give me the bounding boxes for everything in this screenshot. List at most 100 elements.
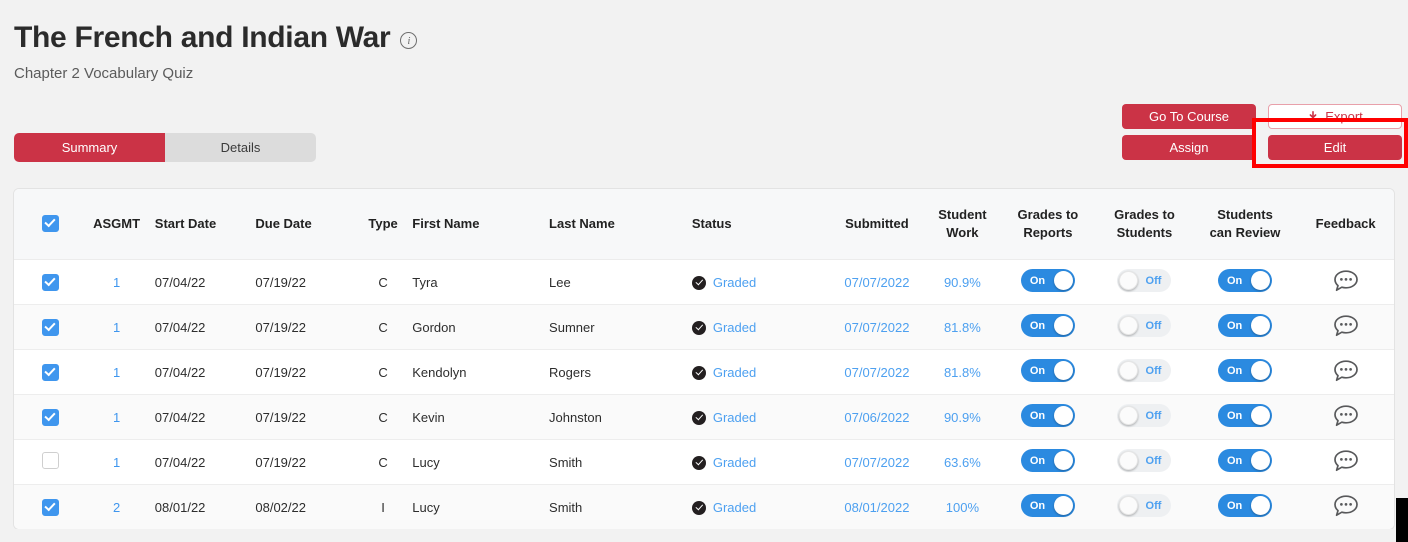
status-badge: Graded — [691, 365, 756, 380]
student-work-link[interactable]: 90.9% — [944, 410, 981, 425]
submitted-link[interactable]: 07/07/2022 — [844, 455, 909, 470]
comment-bubble-icon[interactable] — [1333, 494, 1359, 518]
grades-to-students-toggle[interactable]: Off — [1117, 494, 1172, 517]
students-can-review-toggle[interactable]: On — [1218, 359, 1272, 382]
students-can-review-toggle[interactable]: On — [1218, 449, 1272, 472]
comment-bubble-icon[interactable] — [1333, 449, 1359, 473]
student-work-link[interactable]: 81.8% — [944, 320, 981, 335]
cell-asgmt: 1 — [78, 394, 155, 440]
header-first-name[interactable]: First Name — [412, 189, 550, 260]
table-row[interactable]: 1 07/04/22 07/19/22 C Gordon Sumner Graded 07/0… — [14, 304, 1394, 350]
status-label[interactable]: Graded — [713, 500, 756, 515]
grades-to-reports-toggle[interactable]: On — [1020, 269, 1075, 292]
row-checkbox[interactable] — [41, 408, 59, 426]
row-checkbox[interactable] — [41, 363, 59, 381]
student-work-link[interactable]: 90.9% — [944, 275, 981, 290]
tab-summary[interactable]: Summary — [14, 133, 165, 162]
header-status[interactable]: Status — [691, 189, 829, 260]
cell-due-date: 07/19/22 — [255, 259, 354, 305]
header-due-date[interactable]: Due Date — [255, 189, 354, 260]
student-work-link[interactable]: 100% — [946, 500, 979, 515]
header-start-date[interactable]: Start Date — [154, 189, 256, 260]
grades-to-students-toggle-label: Off — [1145, 319, 1162, 332]
row-checkbox[interactable] — [41, 273, 59, 291]
header-asgmt[interactable]: ASGMT — [78, 189, 155, 260]
row-checkbox[interactable] — [41, 498, 59, 516]
asgmt-link[interactable]: 1 — [113, 410, 120, 425]
header-student-work[interactable]: Student Work — [925, 189, 1000, 260]
comment-bubble-icon[interactable] — [1333, 404, 1359, 428]
header-grades-to-reports[interactable]: Grades to Reports — [999, 189, 1097, 260]
students-can-review-toggle[interactable]: On — [1218, 269, 1272, 292]
cell-first-name: Lucy — [412, 484, 550, 529]
students-can-review-toggle[interactable]: On — [1218, 494, 1272, 517]
header-feedback[interactable]: Feedback — [1297, 189, 1394, 260]
grades-to-students-toggle[interactable]: Off — [1117, 314, 1172, 337]
grades-to-students-toggle[interactable]: Off — [1117, 269, 1172, 292]
status-badge: Graded — [691, 320, 756, 335]
header-students-can-review[interactable]: Students can Review — [1192, 189, 1298, 260]
table-row[interactable]: 2 08/01/22 08/02/22 I Lucy Smith Graded 08/01/2… — [14, 484, 1394, 529]
assign-button[interactable]: Assign — [1122, 135, 1256, 160]
submitted-link[interactable]: 07/07/2022 — [844, 320, 909, 335]
row-select-cell — [14, 304, 79, 350]
status-label[interactable]: Graded — [713, 320, 756, 335]
select-all-checkbox[interactable] — [41, 214, 59, 232]
submitted-link[interactable]: 07/07/2022 — [844, 275, 909, 290]
assignments-table-card: ASGMT Start Date Due Date Type First Nam… — [13, 188, 1395, 530]
asgmt-link[interactable]: 1 — [113, 320, 120, 335]
assignments-table: ASGMT Start Date Due Date Type First Nam… — [14, 189, 1394, 529]
submitted-link[interactable]: 07/07/2022 — [844, 365, 909, 380]
row-checkbox[interactable] — [41, 318, 59, 336]
grades-to-reports-toggle[interactable]: On — [1020, 314, 1075, 337]
asgmt-link[interactable]: 2 — [113, 500, 120, 515]
students-can-review-toggle[interactable]: On — [1218, 404, 1272, 427]
row-select-cell — [14, 439, 79, 485]
info-circle-icon[interactable]: i — [400, 32, 418, 50]
check-circle-icon — [691, 455, 706, 470]
comment-bubble-icon[interactable] — [1333, 269, 1359, 293]
export-button[interactable]: Export — [1268, 104, 1402, 129]
submitted-link[interactable]: 08/01/2022 — [844, 500, 909, 515]
grades-to-students-toggle[interactable]: Off — [1117, 359, 1172, 382]
row-checkbox[interactable] — [41, 452, 59, 469]
cell-students-can-review: On — [1192, 439, 1298, 485]
grades-to-students-toggle[interactable]: Off — [1117, 449, 1172, 472]
table-row[interactable]: 1 07/04/22 07/19/22 C Lucy Smith Graded 07/07/2… — [14, 439, 1394, 485]
cell-student-work: 90.9% — [925, 259, 1000, 305]
edit-button[interactable]: Edit — [1268, 135, 1402, 160]
student-work-link[interactable]: 63.6% — [944, 455, 981, 470]
grades-to-reports-toggle[interactable]: On — [1020, 449, 1075, 472]
grades-to-reports-toggle[interactable]: On — [1020, 494, 1075, 517]
go-to-course-button[interactable]: Go To Course — [1122, 104, 1256, 129]
page-title: The French and Indian War — [14, 21, 391, 54]
comment-bubble-icon[interactable] — [1333, 314, 1359, 338]
table-row[interactable]: 1 07/04/22 07/19/22 C Kevin Johnston Graded 07/… — [14, 394, 1394, 440]
cell-grades-to-students: Off — [1096, 484, 1193, 529]
asgmt-link[interactable]: 1 — [113, 455, 120, 470]
header-last-name[interactable]: Last Name — [549, 189, 692, 260]
students-can-review-toggle-label: On — [1227, 454, 1243, 467]
table-row[interactable]: 1 07/04/22 07/19/22 C Tyra Lee Graded 07/07/202… — [14, 259, 1394, 305]
grades-to-students-toggle[interactable]: Off — [1117, 404, 1172, 427]
tab-details[interactable]: Details — [165, 133, 316, 162]
grades-to-reports-toggle[interactable]: On — [1020, 404, 1075, 427]
status-label[interactable]: Graded — [713, 275, 756, 290]
asgmt-link[interactable]: 1 — [113, 275, 120, 290]
submitted-link[interactable]: 07/06/2022 — [844, 410, 909, 425]
export-button-label: Export — [1325, 109, 1363, 124]
grades-to-reports-toggle[interactable]: On — [1020, 359, 1075, 382]
header-grades-to-students[interactable]: Grades to Students — [1096, 189, 1193, 260]
grades-to-students-toggle-label: Off — [1145, 274, 1162, 287]
header-type[interactable]: Type — [353, 189, 413, 260]
status-label[interactable]: Graded — [713, 410, 756, 425]
table-row[interactable]: 1 07/04/22 07/19/22 C Kendolyn Rogers Graded 07… — [14, 349, 1394, 395]
students-can-review-toggle[interactable]: On — [1218, 314, 1272, 337]
status-badge: Graded — [691, 275, 756, 290]
asgmt-link[interactable]: 1 — [113, 365, 120, 380]
status-label[interactable]: Graded — [713, 455, 756, 470]
status-label[interactable]: Graded — [713, 365, 756, 380]
student-work-link[interactable]: 81.8% — [944, 365, 981, 380]
header-submitted[interactable]: Submitted — [828, 189, 926, 260]
comment-bubble-icon[interactable] — [1333, 359, 1359, 383]
